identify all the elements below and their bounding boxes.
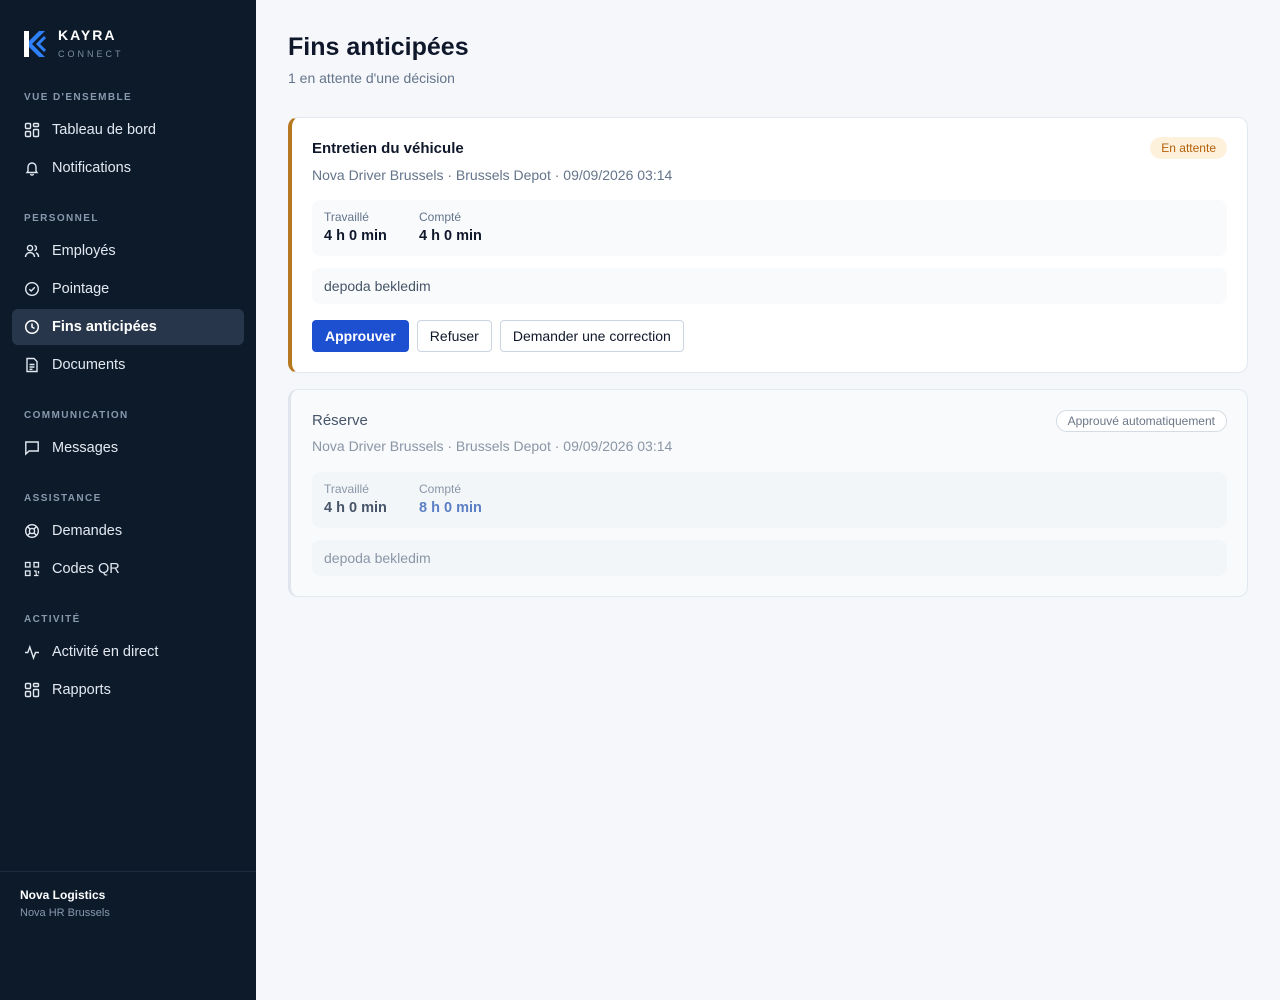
sidebar-item-pointage[interactable]: Pointage <box>12 271 244 307</box>
time-stats: Travaillé 4 h 0 min Compté 4 h 0 min <box>312 200 1227 256</box>
sidebar-item-label: Demandes <box>52 523 123 539</box>
sidebar-item-label: Fins anticipées <box>52 319 157 335</box>
sidebar-item-notifications[interactable]: Notifications <box>12 150 244 186</box>
sidebar-item-label: Pointage <box>52 281 110 297</box>
request-title: Entretien du véhicule <box>312 140 464 157</box>
organization-switcher[interactable]: Nova Logistics Nova HR Brussels <box>20 888 110 919</box>
section-title-activity: ACTIVITÉ <box>24 614 81 625</box>
sidebar-item-label: Documents <box>52 357 126 373</box>
kayra-logo-icon <box>24 31 46 57</box>
stat-value: 4 h 0 min <box>324 500 387 516</box>
sidebar-item-label: Rapports <box>52 682 111 698</box>
stat-counted: Compté 8 h 0 min <box>419 482 482 516</box>
stat-worked: Travaillé 4 h 0 min <box>324 210 387 244</box>
bell-icon <box>24 160 40 176</box>
check-circle-icon <box>24 281 40 297</box>
dashboard-icon <box>24 122 40 138</box>
document-icon <box>24 357 40 373</box>
sidebar-item-requests[interactable]: Demandes <box>12 513 244 549</box>
stat-value: 8 h 0 min <box>419 500 482 516</box>
status-badge: Approuvé automatiquement <box>1055 410 1227 432</box>
sidebar-item-label: Notifications <box>52 160 131 176</box>
page-subtitle: 1 en attente d'une décision <box>288 70 455 86</box>
brand[interactable]: KAYRA CONNECT <box>24 28 124 60</box>
users-icon <box>24 243 40 259</box>
status-badge: En attente <box>1150 137 1227 159</box>
request-note: depoda bekledim <box>312 268 1227 304</box>
section-title-personnel: PERSONNEL <box>24 213 99 224</box>
sidebar-item-label: Messages <box>52 440 119 456</box>
message-icon <box>24 440 40 456</box>
sidebar-item-messages[interactable]: Messages <box>12 430 244 466</box>
stat-label: Compté <box>419 210 462 224</box>
sidebar-divider <box>0 871 256 872</box>
qr-code-icon <box>24 561 40 577</box>
page-title: Fins anticipées <box>288 33 469 61</box>
sidebar-item-label: Tableau de bord <box>52 122 156 138</box>
section-title-assistance: ASSISTANCE <box>24 493 102 504</box>
request-correction-button[interactable]: Demander une correction <box>499 320 684 352</box>
lifebuoy-icon <box>24 523 40 539</box>
sidebar-item-live-activity[interactable]: Activité en direct <box>12 634 244 670</box>
sidebar-item-qr-codes[interactable]: Codes QR <box>12 551 244 587</box>
stat-counted: Compté 4 h 0 min <box>419 210 482 244</box>
sidebar-item-label: Codes QR <box>52 561 120 577</box>
sidebar-item-reports[interactable]: Rapports <box>12 672 244 708</box>
request-meta: Nova Driver Brussels · Brussels Depot · … <box>312 438 673 454</box>
stat-worked: Travaillé 4 h 0 min <box>324 482 387 516</box>
time-stats: Travaillé 4 h 0 min Compté 8 h 0 min <box>312 472 1227 528</box>
stat-label: Travaillé <box>324 482 369 496</box>
clock-icon <box>24 319 40 335</box>
sidebar: KAYRA CONNECT VUE D'ENSEMBLE Tableau de … <box>0 0 256 1000</box>
activity-icon <box>24 644 40 660</box>
request-card-auto-approved: Réserve Approuvé automatiquement Nova Dr… <box>288 389 1248 597</box>
stat-label: Travaillé <box>324 210 369 224</box>
brand-subtitle: CONNECT <box>58 49 124 59</box>
section-title-overview: VUE D'ENSEMBLE <box>24 92 133 103</box>
org-subtitle: Nova HR Brussels <box>20 907 110 919</box>
section-title-communication: COMMUNICATION <box>24 410 129 421</box>
stat-value: 4 h 0 min <box>324 228 387 244</box>
sidebar-item-employees[interactable]: Employés <box>12 233 244 269</box>
request-actions: Approuver Refuser Demander une correctio… <box>312 320 684 352</box>
stat-label: Compté <box>419 482 462 496</box>
sidebar-item-dashboard[interactable]: Tableau de bord <box>12 112 244 148</box>
reject-button[interactable]: Refuser <box>416 320 492 352</box>
sidebar-item-early-endings[interactable]: Fins anticipées <box>12 309 244 345</box>
request-card-pending: Entretien du véhicule En attente Nova Dr… <box>288 117 1248 373</box>
request-note: depoda bekledim <box>312 540 1227 576</box>
request-title: Réserve <box>312 412 368 429</box>
sidebar-item-documents[interactable]: Documents <box>12 347 244 383</box>
stat-value: 4 h 0 min <box>419 228 482 244</box>
approve-button[interactable]: Approuver <box>312 320 409 352</box>
request-meta: Nova Driver Brussels · Brussels Depot · … <box>312 167 673 183</box>
reports-icon <box>24 682 40 698</box>
brand-name: KAYRA <box>58 27 117 43</box>
org-name: Nova Logistics <box>20 888 106 902</box>
sidebar-item-label: Employés <box>52 243 116 259</box>
sidebar-item-label: Activité en direct <box>52 644 159 660</box>
